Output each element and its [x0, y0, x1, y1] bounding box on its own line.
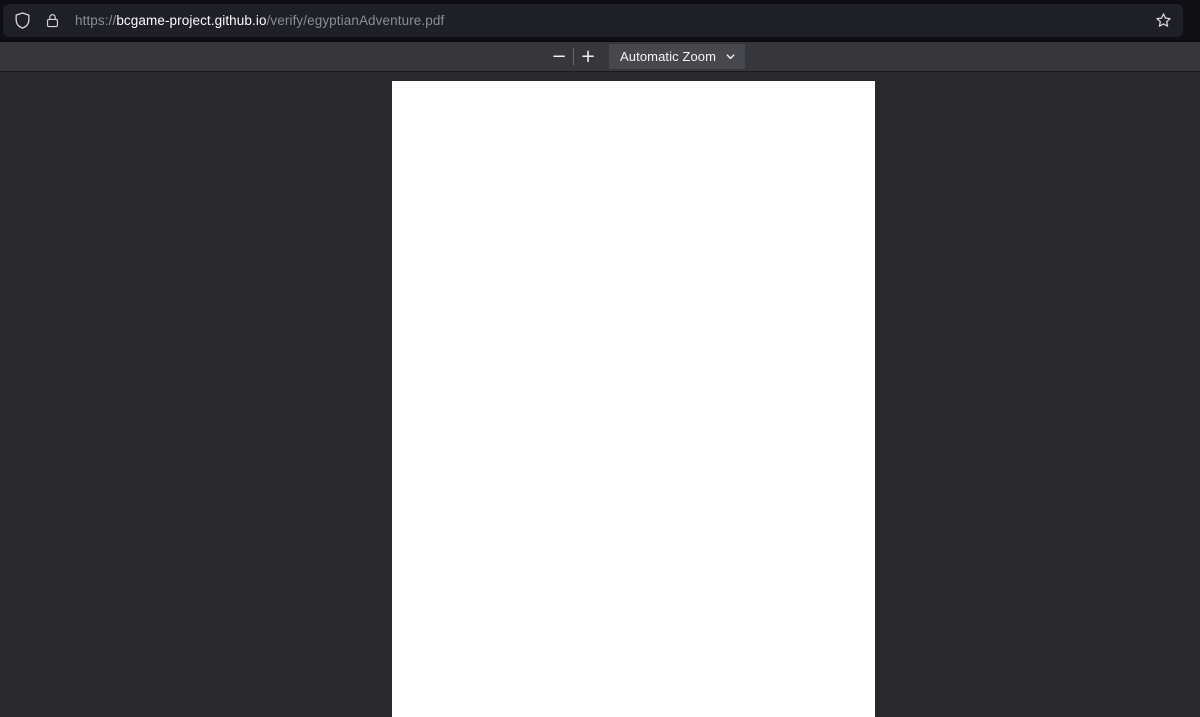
- tracking-protection-shield-icon[interactable]: [11, 10, 33, 32]
- url-path: /verify/egyptianAdventure.pdf: [266, 13, 445, 28]
- url-text[interactable]: https://bcgame-project.github.io/verify/…: [75, 13, 1144, 28]
- chevron-down-icon: [726, 54, 735, 60]
- browser-top-bar: https://bcgame-project.github.io/verify/…: [0, 0, 1200, 41]
- url-scheme: https://: [75, 13, 117, 28]
- shield-icon: [15, 12, 29, 29]
- zoom-scale-value: Automatic Zoom: [620, 49, 717, 64]
- zoom-out-button[interactable]: −: [546, 44, 572, 70]
- pdf-toolbar: − + Automatic Zoom: [0, 41, 1200, 72]
- pdf-page: [392, 81, 875, 717]
- toolbar-divider: [573, 48, 574, 65]
- zoom-in-button[interactable]: +: [575, 44, 601, 70]
- zoom-out-label: −: [551, 45, 567, 67]
- url-bar[interactable]: https://bcgame-project.github.io/verify/…: [3, 4, 1183, 37]
- zoom-controls: − + Automatic Zoom: [546, 42, 745, 71]
- zoom-scale-select[interactable]: Automatic Zoom: [609, 44, 745, 69]
- padlock-icon: [46, 14, 58, 28]
- star-icon: [1155, 13, 1171, 27]
- lock-icon[interactable]: [41, 10, 63, 32]
- url-domain: bcgame-project.github.io: [116, 13, 267, 28]
- zoom-in-label: +: [580, 45, 596, 67]
- bookmark-star-icon[interactable]: [1152, 10, 1174, 32]
- pdf-viewer-area[interactable]: [0, 73, 1200, 717]
